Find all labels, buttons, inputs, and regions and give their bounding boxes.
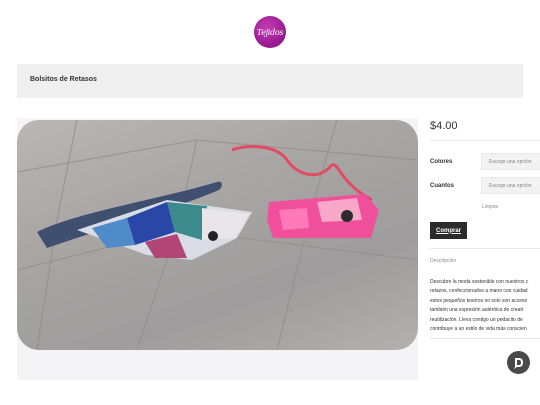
product-photo bbox=[17, 120, 418, 350]
description-line: retazos, confeccionados a mano con cuida… bbox=[430, 288, 528, 295]
product-image-area[interactable] bbox=[17, 118, 418, 380]
page-title-bar: Bolsitos de Retasos bbox=[17, 64, 523, 98]
divider bbox=[430, 248, 540, 249]
description-line: estos pequeños tesoros no solo son acces… bbox=[430, 297, 528, 304]
chat-glyph-icon bbox=[514, 358, 523, 369]
product-photo-illustration bbox=[17, 120, 418, 350]
chat-bubble-icon[interactable] bbox=[507, 351, 530, 374]
colores-select[interactable]: Escoge una opción bbox=[481, 153, 540, 170]
product-price: $4.00 bbox=[430, 120, 458, 132]
logo-text: Tejidos bbox=[256, 27, 284, 37]
description-line: contribuye a un estilo de vida más consc… bbox=[430, 326, 527, 333]
description-title: Descripción bbox=[430, 258, 457, 264]
divider bbox=[430, 338, 540, 339]
description-line: también una expresión auténtica de creat… bbox=[430, 307, 524, 314]
variation-label-colores: Colores bbox=[430, 159, 453, 165]
clear-selection-link[interactable]: Limpiar bbox=[482, 204, 498, 210]
variation-label-cuantos: Cuantos bbox=[430, 183, 454, 189]
description-line: Descubre la moda sostenible con nuestros… bbox=[430, 279, 529, 285]
divider bbox=[430, 140, 540, 141]
cuantos-select[interactable]: Escoge una opción bbox=[481, 177, 540, 194]
description-line: reutilización. Lleva contigo un pedacito… bbox=[430, 316, 523, 323]
page-title: Bolsitos de Retasos bbox=[30, 76, 97, 83]
site-logo[interactable]: Tejidos bbox=[254, 16, 286, 48]
description-text: Descubre la moda sostenible con nuestros… bbox=[430, 278, 540, 334]
buy-button[interactable]: Comprar bbox=[430, 222, 467, 239]
